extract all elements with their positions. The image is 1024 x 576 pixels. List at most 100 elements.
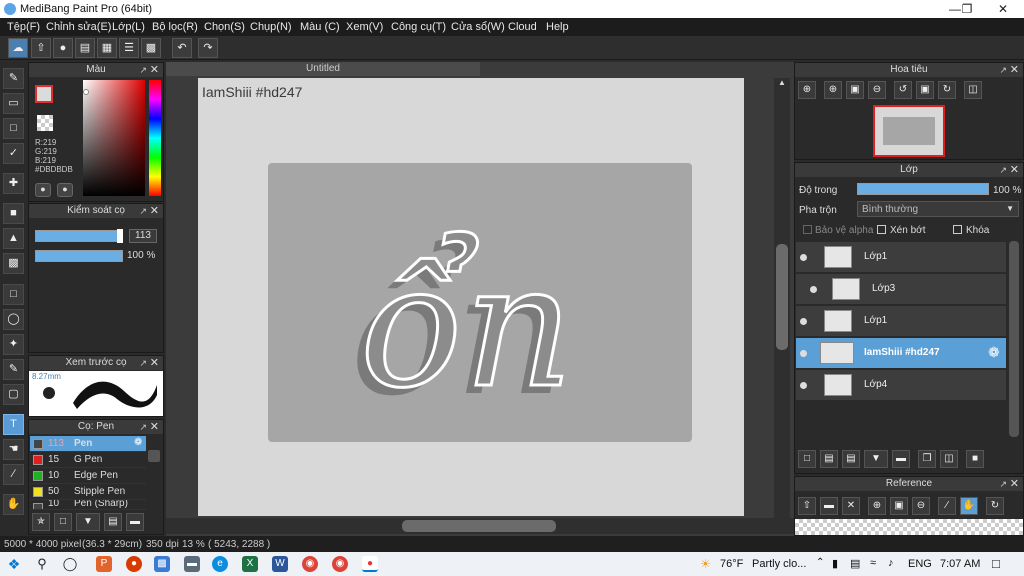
magic-wand-tool-icon[interactable]: ✦ — [3, 334, 24, 355]
rotate-icon[interactable]: ↻ — [986, 497, 1004, 515]
layer-opacity-slider[interactable] — [857, 183, 989, 195]
battery-icon[interactable]: ▮ — [832, 557, 838, 570]
eye-icon[interactable] — [800, 318, 807, 325]
task-view-icon[interactable]: ◯ — [62, 556, 78, 572]
brush-item[interactable]: 10 Edge Pen — [30, 468, 146, 484]
menu-tools[interactable]: Công cụ(T) — [391, 21, 446, 33]
duplicate-icon[interactable]: ❐ — [918, 450, 936, 468]
move-tool-icon[interactable]: ✚ — [3, 173, 24, 194]
eyedropper-tool-icon[interactable]: ∕ — [3, 464, 24, 485]
menu-view[interactable]: Xem(V) — [346, 21, 383, 33]
transparent-swatch[interactable] — [37, 115, 53, 131]
brush-add-icon[interactable]: ✯ — [32, 513, 50, 531]
flip-icon[interactable]: ◫ — [964, 81, 982, 99]
brush-item[interactable]: 10 Pen (Sharp) — [30, 500, 146, 510]
clipping-checkbox[interactable] — [877, 225, 886, 234]
grid-icon[interactable]: ▩ — [141, 38, 161, 58]
wifi-icon[interactable]: ≈ — [870, 557, 876, 569]
weather-text[interactable]: Partly clo... — [752, 558, 806, 570]
close-window-button[interactable]: ✕ — [980, 0, 1024, 18]
word-icon[interactable]: W — [272, 556, 288, 572]
reference-canvas[interactable] — [795, 519, 1023, 535]
bucket-tool-icon[interactable]: ▲ — [3, 228, 24, 249]
gradient-tool-icon[interactable]: ▩ — [3, 253, 24, 274]
eye-icon[interactable] — [800, 254, 807, 261]
new-layer-icon[interactable]: ▤ — [820, 450, 838, 468]
zoom-out-icon[interactable]: ⊖ — [912, 497, 930, 515]
saturation-value-picker[interactable] — [83, 80, 145, 196]
edge-icon[interactable]: e — [212, 556, 228, 572]
new-file-icon[interactable]: □ — [54, 513, 72, 531]
close-icon[interactable]: ✕ — [150, 420, 159, 434]
menu-window[interactable]: Cửa sổ(W) — [451, 21, 505, 33]
folder-icon[interactable]: ▬ — [820, 497, 838, 515]
layer-row[interactable]: Lớp1 — [796, 306, 1006, 337]
brush-item[interactable]: 50 Stipple Pen — [30, 484, 146, 500]
redo-icon[interactable]: ↷ — [198, 38, 218, 58]
close-icon[interactable]: ✕ — [150, 63, 159, 77]
zoom-in-icon[interactable]: ⊕ — [868, 497, 886, 515]
brush-item[interactable]: 113 Pen ❁ — [30, 436, 146, 452]
layer-list-scrollbar[interactable] — [1009, 241, 1019, 437]
menu-layer[interactable]: Lớp(L) — [112, 21, 145, 33]
brush-opacity-slider[interactable] — [35, 250, 123, 262]
fit-icon[interactable]: ▣ — [890, 497, 908, 515]
horizontal-scroll-thumb[interactable] — [402, 520, 556, 532]
hand-tool-icon[interactable]: ✋ — [3, 494, 24, 515]
windows-start-icon[interactable]: ❖ — [6, 556, 22, 572]
navigator-thumbnail[interactable] — [873, 105, 945, 157]
network-icon[interactable]: ▤ — [850, 557, 860, 570]
powerpoint-icon[interactable]: P — [96, 556, 112, 572]
layer-row[interactable]: Lớp1 — [796, 242, 1006, 273]
vertical-scrollbar[interactable] — [774, 90, 790, 518]
brush-size-slider[interactable] — [35, 230, 123, 242]
palette-add-icon[interactable]: ● — [57, 183, 73, 197]
speaker-icon[interactable]: ♪ — [888, 557, 894, 569]
speech-bubble-icon[interactable]: ● — [53, 38, 73, 58]
eyedropper-icon[interactable]: ∕ — [938, 497, 956, 515]
folder-icon[interactable]: ▬ — [126, 513, 144, 531]
upload-icon[interactable]: ⇧ — [31, 38, 51, 58]
vertical-scroll-thumb[interactable] — [776, 244, 788, 350]
folder-icon[interactable]: ▬ — [892, 450, 910, 468]
list-icon[interactable]: ☰ — [119, 38, 139, 58]
document-tab[interactable]: Untitled — [166, 62, 480, 76]
eye-icon[interactable] — [800, 382, 807, 389]
merge-icon[interactable]: ◫ — [940, 450, 958, 468]
artboard[interactable]: ổn ổn — [268, 163, 692, 442]
copy-icon[interactable]: ▤ — [104, 513, 122, 531]
scroll-up-icon[interactable]: ▲ — [774, 78, 790, 90]
notification-icon[interactable]: □ — [992, 556, 1000, 571]
comment-icon[interactable]: ▤ — [75, 38, 95, 58]
close-icon[interactable]: ✕ — [150, 356, 159, 370]
close-icon[interactable]: ✕ — [1010, 477, 1019, 491]
layer-menu-icon[interactable]: ▼ — [864, 450, 888, 468]
menu-color[interactable]: Màu (C) — [300, 21, 340, 33]
language-indicator[interactable]: ENG — [908, 558, 932, 570]
close-icon[interactable]: ✕ — [1010, 63, 1019, 77]
brush-size-value[interactable]: 113 — [129, 229, 157, 243]
hand-icon[interactable]: ✋ — [960, 497, 978, 515]
menu-help[interactable]: Help — [546, 21, 569, 33]
reset-view-icon[interactable]: ▣ — [916, 81, 934, 99]
menu-filter[interactable]: Bộ lọc(R) — [152, 21, 198, 33]
close-icon[interactable]: ✕ — [1010, 163, 1019, 177]
lasso-tool-icon[interactable]: ◯ — [3, 309, 24, 330]
palette-icon[interactable]: ● — [35, 183, 51, 197]
file-explorer-icon[interactable]: ▬ — [184, 556, 200, 572]
close-icon[interactable]: ✕ — [842, 497, 860, 515]
chrome-icon[interactable]: ◉ — [302, 556, 318, 572]
eye-icon[interactable] — [810, 286, 817, 293]
brush-list-scrollbar[interactable] — [148, 450, 160, 462]
undo-icon[interactable]: ↶ — [172, 38, 192, 58]
text-tool-icon[interactable]: T — [3, 414, 24, 435]
lock-checkbox[interactable] — [953, 225, 962, 234]
menu-cloud[interactable]: Cloud — [508, 21, 537, 33]
alpha-protect-checkbox[interactable] — [803, 225, 812, 234]
clock[interactable]: 7:07 AM — [940, 558, 980, 570]
app-icon[interactable]: ● — [126, 556, 142, 572]
eraser-tool-icon[interactable]: ▭ — [3, 93, 24, 114]
menu-edit[interactable]: Chỉnh sửa(E) — [46, 21, 111, 33]
chevron-up-icon[interactable]: ⌃ — [816, 557, 824, 568]
weather-temp[interactable]: 76°F — [720, 558, 743, 570]
